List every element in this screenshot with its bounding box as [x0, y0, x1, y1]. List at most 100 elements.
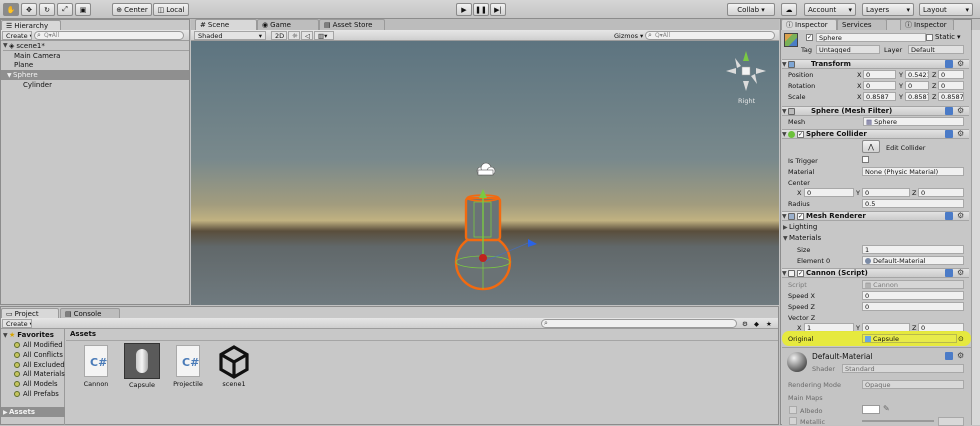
edit-collider-button[interactable]: ⋀ [862, 140, 880, 153]
favorite-all-models[interactable]: All Models [14, 379, 58, 388]
radius-field[interactable]: 0.5 [862, 199, 964, 208]
scale-y-field[interactable]: 0.8587 [905, 92, 929, 101]
rotation-y-field[interactable]: 0 [905, 81, 929, 90]
tab-services[interactable]: Services [837, 19, 887, 30]
help-icon[interactable] [945, 130, 953, 138]
gizmos-dropdown[interactable]: Gizmos ▾ [611, 31, 645, 40]
account-dropdown[interactable]: Account ▾ [804, 3, 856, 16]
enabled-checkbox[interactable]: ✓ [797, 212, 804, 220]
physic-material-field[interactable]: None (Physic Material) [862, 167, 964, 176]
help-icon[interactable] [945, 269, 953, 277]
rotation-z-field[interactable]: 0 [938, 81, 964, 90]
play-button[interactable]: ▶ [456, 3, 472, 16]
favorite-all-excluded[interactable]: All Excluded [14, 360, 65, 369]
gear-icon[interactable]: ⚙ [957, 60, 964, 68]
hierarchy-search-input[interactable]: Q▾All [34, 31, 184, 40]
center-y-field[interactable]: 0 [862, 188, 910, 197]
materials-size-field[interactable]: 1 [862, 245, 964, 254]
project-search-input[interactable] [541, 319, 737, 328]
help-icon[interactable] [945, 60, 953, 68]
shader-dropdown[interactable]: Standard [842, 364, 964, 373]
rotate-tool-button[interactable]: ↻ [39, 3, 55, 16]
gear-icon[interactable]: ⚙ [957, 130, 964, 138]
favorite-all-conflicts[interactable]: All Conflicts [14, 350, 63, 359]
hierarchy-item-cylinder[interactable]: Cylinder [23, 80, 52, 90]
step-button[interactable]: ▶| [490, 3, 506, 16]
asset-projectile-script[interactable]: C# Projectile [166, 345, 210, 388]
help-icon[interactable] [945, 352, 953, 360]
lighting-foldout[interactable]: ▶ Lighting [783, 222, 817, 232]
scene-viewport[interactable]: Right [191, 41, 779, 305]
center-z-field[interactable]: 0 [918, 188, 964, 197]
scale-x-field[interactable]: 0.8587 [863, 92, 896, 101]
scale-tool-button[interactable]: ⤢ [57, 3, 73, 16]
albedo-color-swatch[interactable] [862, 405, 880, 414]
object-name-field[interactable]: Sphere [816, 33, 926, 42]
eyedropper-icon[interactable]: ✎ [883, 404, 890, 413]
enabled-checkbox[interactable]: ✓ [797, 269, 804, 277]
scene-audio-toggle[interactable]: ◁ [301, 31, 313, 40]
active-checkbox[interactable]: ✓ [806, 33, 815, 41]
orientation-gizmo[interactable] [726, 51, 766, 91]
favorite-all-modified[interactable]: All Modified [14, 340, 63, 349]
center-x-field[interactable]: 0 [804, 188, 854, 197]
is-trigger-checkbox[interactable] [862, 156, 871, 165]
favorite-star-button[interactable]: ★ [763, 319, 774, 328]
scale-z-field[interactable]: 0.8587 [938, 92, 964, 101]
hierarchy-item-sphere[interactable]: ▼ Sphere [1, 70, 189, 80]
mesh-renderer-header[interactable]: ▼ ✓ Mesh Renderer [782, 211, 969, 221]
scene-search-input[interactable]: Q▾All [645, 31, 775, 40]
rotation-x-field[interactable]: 0 [863, 81, 896, 90]
cannon-script-header[interactable]: ▼ ✓ Cannon (Script) [782, 268, 969, 278]
shading-mode-dropdown[interactable]: Shaded ▾ [194, 31, 266, 40]
enabled-checkbox[interactable]: ✓ [797, 130, 804, 138]
speed-z-field[interactable]: 0 [862, 302, 964, 311]
space-toggle-button[interactable]: ◫ Local [153, 3, 189, 16]
favorites-header[interactable]: ▼ ★ Favorites [3, 330, 54, 340]
materials-foldout[interactable]: ▼ Materials [783, 233, 821, 243]
gear-icon[interactable]: ⚙ [957, 352, 964, 360]
element-0-field[interactable]: Default-Material [862, 256, 964, 265]
original-field[interactable]: Capsule [862, 334, 957, 343]
gear-icon[interactable]: ⚙ [957, 212, 964, 220]
position-z-field[interactable]: 0 [938, 70, 964, 79]
layers-dropdown[interactable]: Layers ▾ [862, 3, 914, 16]
gear-icon[interactable]: ⚙ [957, 269, 964, 277]
asset-scene1[interactable]: scene1 [212, 345, 256, 388]
position-x-field[interactable]: 0 [863, 70, 896, 79]
tab-game[interactable]: ◉ Game [257, 19, 319, 30]
gear-icon[interactable]: ⚙ [957, 107, 964, 115]
albedo-map-slot[interactable] [789, 406, 797, 414]
sphere-collider-header[interactable]: ▼ ✓ Sphere Collider [782, 129, 969, 139]
cloud-button[interactable]: ☁ [781, 3, 797, 16]
static-checkbox[interactable]: Static ▾ [926, 33, 961, 41]
scene-lighting-toggle[interactable]: ☼ [288, 31, 300, 40]
filter-label-button[interactable]: ◆ [751, 319, 762, 328]
hierarchy-item-plane[interactable]: Plane [14, 60, 33, 70]
project-create-button[interactable]: Create ▾ [2, 319, 32, 328]
hand-tool-button[interactable]: ✋ [3, 3, 19, 16]
pivot-toggle-button[interactable]: ⊕ Center [112, 3, 152, 16]
help-icon[interactable] [945, 107, 953, 115]
help-icon[interactable] [945, 212, 953, 220]
asset-capsule-prefab[interactable]: Capsule [120, 343, 164, 389]
scene-effects-toggle[interactable]: ▥▾ [314, 31, 334, 40]
rendering-mode-dropdown[interactable]: Opaque [862, 380, 964, 389]
favorite-all-prefabs[interactable]: All Prefabs [14, 389, 59, 398]
mesh-filter-header[interactable]: ▼ Sphere (Mesh Filter) [782, 106, 969, 116]
collab-button[interactable]: Collab ▾ [727, 3, 775, 16]
assets-folder-item[interactable]: ▶ Assets [1, 407, 65, 417]
layer-dropdown[interactable]: Default [908, 45, 964, 54]
tab-inspector[interactable]: ⓘ Inspector [781, 19, 837, 30]
favorite-all-materials[interactable]: All Materials [14, 369, 65, 378]
scene-root-item[interactable]: ▼ ◈ scene1* [3, 41, 189, 51]
hierarchy-create-button[interactable]: Create ▾ [2, 31, 32, 40]
tab-asset-store[interactable]: ▤ Asset Store [319, 19, 385, 30]
layout-dropdown[interactable]: Layout ▾ [919, 3, 973, 16]
metallic-map-slot[interactable] [789, 417, 797, 425]
asset-cannon-script[interactable]: C# Cannon [74, 345, 118, 388]
tag-dropdown[interactable]: Untagged [816, 45, 880, 54]
metallic-slider[interactable] [862, 420, 934, 422]
rect-tool-button[interactable]: ▣ [75, 3, 91, 16]
object-picker-icon[interactable]: ⊙ [958, 335, 964, 343]
